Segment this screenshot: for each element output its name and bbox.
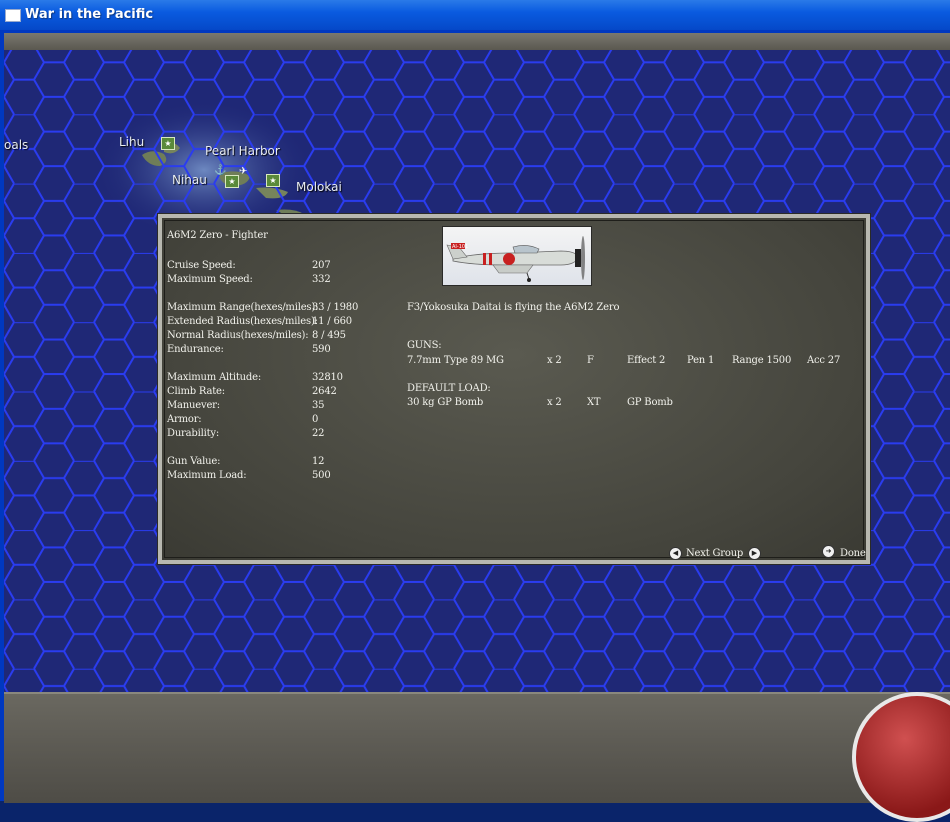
stat-label: Endurance: [167,344,224,355]
airbase-marker-lihu[interactable]: ★ [161,137,175,150]
stat-label: Normal Radius(hexes/miles): [167,330,309,341]
load-facing: XT [587,397,601,408]
stat-value: 0 [312,414,319,425]
stat-label: Manuever: [167,400,220,411]
stat-label: Armor: [167,414,202,425]
stat-value: 11 / 660 [312,316,352,327]
top-toolbar [4,33,950,51]
gun-facing: F [587,355,594,366]
stat-value: 33 / 1980 [312,302,359,313]
gun-name: 7.7mm Type 89 MG [407,355,504,366]
load-name: 30 kg GP Bomb [407,397,484,408]
stat-value: 32810 [312,372,343,383]
stat-label: Maximum Load: [167,470,247,481]
stat-value: 2642 [312,386,337,397]
stat-value: 8 / 495 [312,330,346,341]
stat-value: 35 [312,400,325,411]
stat-label: Maximum Altitude: [167,372,262,383]
aircraft-info-panel: A6M2 Zero - Fighter Cruise Speed: 207 Ma… [157,213,871,565]
done-button[interactable]: Done [840,548,866,559]
window-titlebar: War in the Pacific [0,0,950,30]
stat-value: 500 [312,470,331,481]
aircraft-image: AI-101 [442,226,592,286]
stat-label: Durability: [167,428,220,439]
stat-label: Maximum Range(hexes/miles): [167,302,319,313]
flying-unit-text: F3/Yokosuka Daitai is flying the A6M2 Ze… [407,302,620,313]
stat-label: Climb Rate: [167,386,225,397]
zero-plane-icon: AI-101 [446,236,585,282]
next-group-label[interactable]: Next Group [686,548,743,559]
plane-marking: AI-101 [452,244,468,250]
map-label-lihu: Lihu [119,135,145,149]
stat-label: Cruise Speed: [167,260,236,271]
airbase-marker-molokai[interactable]: ★ [266,174,280,187]
default-load-header: DEFAULT LOAD: [407,383,491,394]
stat-label: Maximum Speed: [167,274,253,285]
map-label-molokai: Molokai [296,180,342,194]
map-label-nihau: Nihau [172,173,207,187]
app-icon [5,9,21,22]
next-group-button[interactable]: ▶ [748,547,761,560]
map-label-pearl-harbor: Pearl Harbor [205,144,280,158]
prev-group-button[interactable]: ◀ [669,547,682,560]
stat-value: 207 [312,260,331,271]
plane-base-icon[interactable]: ✈ [239,166,247,177]
gun-effect: Effect 2 [627,355,666,366]
guns-header: GUNS: [407,340,442,351]
stat-value: 12 [312,456,325,467]
done-icon[interactable]: ➜ [822,545,835,558]
map-label-oals: oals [4,138,29,152]
window-title: War in the Pacific [25,7,154,22]
load-count: x 2 [547,397,562,408]
bottom-control-bar [4,692,950,803]
stat-value: 22 [312,428,325,439]
anchor-icon[interactable]: ⚓ [214,165,226,176]
stat-label: Extended Radius(hexes/miles): [167,316,318,327]
gun-count: x 2 [547,355,562,366]
aircraft-title: A6M2 Zero - Fighter [167,230,268,241]
gun-acc: Acc 27 [807,355,841,366]
gun-pen: Pen 1 [687,355,715,366]
gun-range: Range 1500 [732,355,792,366]
stat-value: 332 [312,274,331,285]
stat-value: 590 [312,344,331,355]
stat-label: Gun Value: [167,456,221,467]
airbase-marker-pearl[interactable]: ★ [225,175,239,188]
load-type: GP Bomb [627,397,673,408]
